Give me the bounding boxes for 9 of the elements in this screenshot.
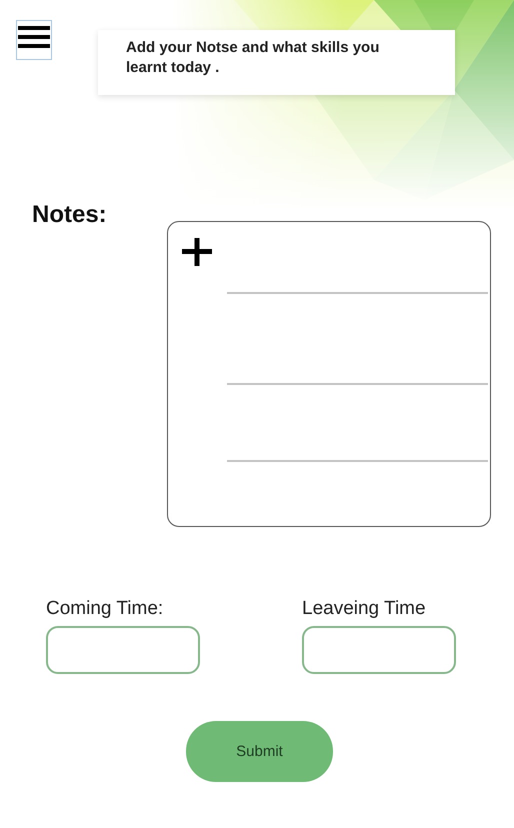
plus-icon[interactable] <box>182 238 212 266</box>
time-label: Leaveing Time <box>302 597 427 621</box>
time-input-field[interactable] <box>46 626 200 674</box>
submit-button[interactable]: Submit <box>186 721 333 782</box>
notes-label: Notes: <box>32 200 107 230</box>
time-input-field[interactable] <box>302 626 456 674</box>
instruction-text: Add your Notse and what skills you learnt today . <box>126 38 380 78</box>
time-label: Coming Time: <box>46 597 164 621</box>
menu-icon[interactable] <box>16 20 52 60</box>
